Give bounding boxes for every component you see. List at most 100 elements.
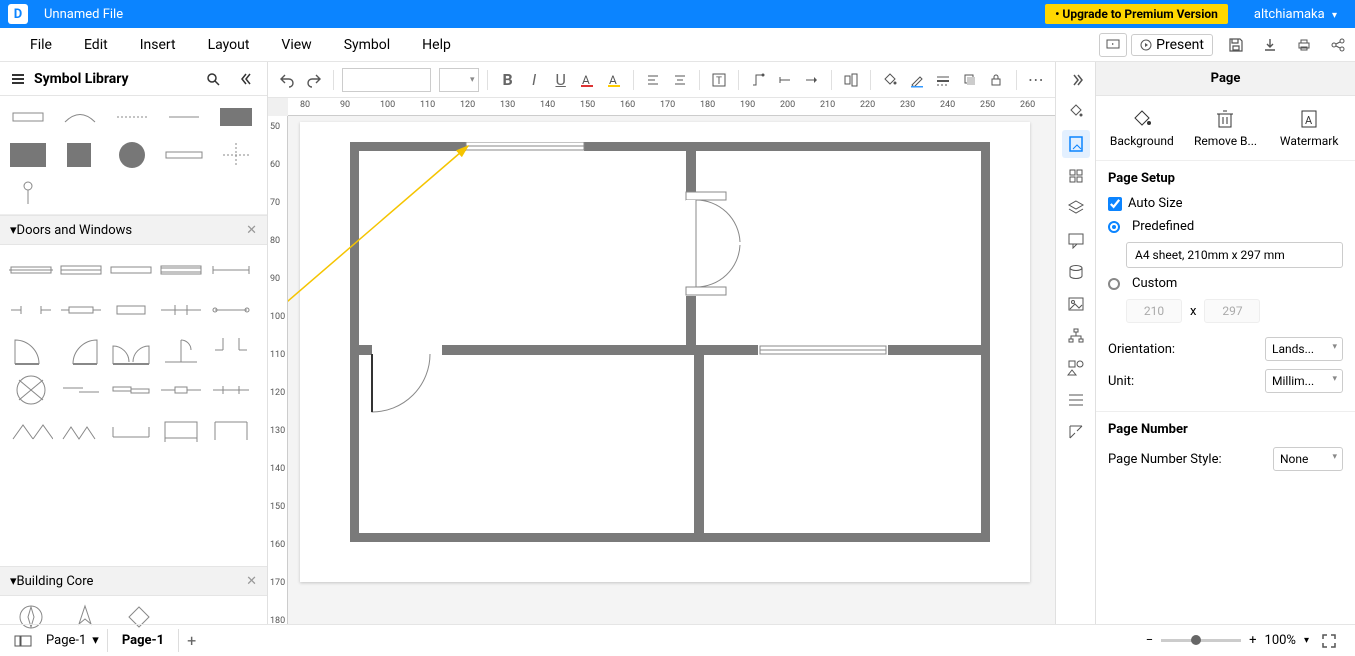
symbol-opening[interactable] bbox=[208, 293, 254, 327]
save-icon[interactable] bbox=[1221, 32, 1251, 58]
collapse-icon[interactable] bbox=[233, 71, 257, 87]
symbol-bifold-door[interactable] bbox=[208, 373, 254, 407]
theme-icon[interactable] bbox=[1062, 98, 1090, 126]
menu-insert[interactable]: Insert bbox=[124, 37, 192, 53]
zoom-in-button[interactable]: + bbox=[1249, 633, 1256, 648]
symbol-window[interactable] bbox=[58, 253, 104, 287]
text-tool-button[interactable]: T bbox=[708, 67, 731, 93]
menu-file[interactable]: File bbox=[14, 37, 68, 53]
remove-background-button[interactable]: Remove B... bbox=[1190, 108, 1260, 148]
shape-swatch[interactable] bbox=[6, 140, 50, 170]
italic-button[interactable]: I bbox=[523, 67, 546, 93]
custom-height-input[interactable]: 297 bbox=[1204, 299, 1260, 323]
symbol-window[interactable] bbox=[208, 253, 254, 287]
line-color-button[interactable] bbox=[905, 67, 928, 93]
symbol-door[interactable] bbox=[58, 333, 104, 367]
symbol-window[interactable] bbox=[158, 253, 204, 287]
zoom-value[interactable]: 100% bbox=[1265, 633, 1296, 648]
history-icon[interactable] bbox=[1062, 386, 1090, 414]
download-icon[interactable] bbox=[1255, 32, 1285, 58]
data-icon[interactable] bbox=[1062, 258, 1090, 286]
layers-icon[interactable] bbox=[1062, 194, 1090, 222]
category-building-core[interactable]: ▾ Building Core ✕ bbox=[0, 566, 267, 596]
undo-button[interactable] bbox=[276, 67, 299, 93]
symbol-opening[interactable] bbox=[108, 293, 154, 327]
symbol-window[interactable] bbox=[8, 253, 54, 287]
page-tab-active[interactable]: Page-1 bbox=[107, 629, 179, 652]
redo-button[interactable] bbox=[303, 67, 326, 93]
line-start-button[interactable] bbox=[774, 67, 797, 93]
shape-swatch[interactable] bbox=[6, 178, 50, 208]
grid-icon[interactable] bbox=[1062, 162, 1090, 190]
symbol-door[interactable] bbox=[8, 333, 54, 367]
page-number-style-select[interactable]: None bbox=[1273, 447, 1343, 471]
symbol-sliding-door[interactable] bbox=[58, 373, 104, 407]
symbol-pocket-door[interactable] bbox=[158, 373, 204, 407]
custom-width-input[interactable]: 210 bbox=[1126, 299, 1182, 323]
shape-swatch[interactable] bbox=[110, 140, 154, 170]
floor-plan-drawing[interactable] bbox=[350, 142, 990, 542]
present-button[interactable]: Present bbox=[1131, 34, 1213, 56]
highlight-button[interactable]: A bbox=[602, 67, 625, 93]
shapes-panel-icon[interactable] bbox=[1062, 354, 1090, 382]
pages-icon[interactable] bbox=[8, 634, 38, 648]
search-icon[interactable] bbox=[201, 71, 225, 87]
print-icon[interactable] bbox=[1289, 32, 1319, 58]
shape-swatch[interactable] bbox=[214, 102, 258, 132]
shadow-button[interactable] bbox=[959, 67, 982, 93]
page-settings-icon[interactable] bbox=[1062, 130, 1090, 158]
user-menu[interactable]: altchiamaka ▾ bbox=[1244, 7, 1347, 22]
chevron-down-icon[interactable]: ▾ bbox=[1304, 635, 1309, 646]
canvas-area[interactable]: 8090100110120130140150160170180190200210… bbox=[268, 98, 1055, 624]
symbol-sliding-door[interactable] bbox=[108, 373, 154, 407]
image-icon[interactable] bbox=[1062, 290, 1090, 318]
underline-button[interactable]: U bbox=[549, 67, 572, 93]
share-icon[interactable] bbox=[1323, 32, 1353, 58]
menu-edit[interactable]: Edit bbox=[68, 37, 124, 53]
close-icon[interactable]: ✕ bbox=[246, 223, 257, 238]
menu-view[interactable]: View bbox=[265, 37, 327, 53]
zoom-slider[interactable] bbox=[1161, 639, 1241, 642]
auto-size-checkbox[interactable] bbox=[1108, 197, 1122, 211]
shape-swatch[interactable] bbox=[58, 140, 102, 170]
more-button[interactable]: ⋯ bbox=[1024, 67, 1047, 93]
bold-button[interactable]: B bbox=[496, 67, 519, 93]
symbol-opening[interactable] bbox=[8, 293, 54, 327]
symbol-door[interactable] bbox=[208, 333, 254, 367]
category-doors-windows[interactable]: ▾ Doors and Windows ✕ bbox=[0, 215, 267, 245]
orientation-select[interactable]: Lands... bbox=[1265, 337, 1343, 361]
tree-icon[interactable] bbox=[1062, 322, 1090, 350]
page-size-preset[interactable]: A4 sheet, 210mm x 297 mm bbox=[1126, 242, 1343, 268]
symbol-revolving-door[interactable] bbox=[8, 373, 54, 407]
page-dropdown[interactable]: Page-1 ▾ bbox=[38, 633, 107, 648]
background-button[interactable]: Background bbox=[1107, 108, 1177, 148]
add-page-button[interactable]: + bbox=[179, 631, 204, 650]
symbol-garage-door[interactable] bbox=[108, 413, 154, 447]
symbol-garage-door[interactable] bbox=[158, 413, 204, 447]
symbol-door[interactable] bbox=[158, 333, 204, 367]
menu-symbol[interactable]: Symbol bbox=[328, 37, 406, 53]
zoom-out-button[interactable]: − bbox=[1146, 633, 1153, 648]
line-style-button[interactable] bbox=[932, 67, 955, 93]
unit-select[interactable]: Millim... bbox=[1265, 369, 1343, 393]
shape-swatch[interactable] bbox=[110, 102, 154, 132]
slideshow-icon-button[interactable] bbox=[1099, 33, 1127, 57]
align-horizontal-button[interactable] bbox=[642, 67, 665, 93]
watermark-button[interactable]: A Watermark bbox=[1274, 108, 1344, 148]
navigator-icon[interactable] bbox=[1062, 418, 1090, 446]
fullscreen-icon[interactable] bbox=[1317, 633, 1341, 649]
shape-swatch[interactable] bbox=[214, 140, 258, 170]
symbol-opening[interactable] bbox=[58, 293, 104, 327]
drawing-page[interactable] bbox=[300, 122, 1030, 582]
shape-swatch[interactable] bbox=[6, 102, 50, 132]
symbol-opening[interactable] bbox=[158, 293, 204, 327]
menu-layout[interactable]: Layout bbox=[192, 37, 266, 53]
canvas[interactable] bbox=[288, 116, 1055, 624]
symbol-opening[interactable] bbox=[208, 413, 254, 447]
close-icon[interactable]: ✕ bbox=[246, 574, 257, 589]
align-objects-button[interactable] bbox=[840, 67, 863, 93]
menu-help[interactable]: Help bbox=[406, 37, 467, 53]
expand-rail-icon[interactable] bbox=[1062, 66, 1090, 94]
symbol-bifold[interactable] bbox=[58, 413, 104, 447]
text-color-button[interactable]: A bbox=[576, 67, 599, 93]
